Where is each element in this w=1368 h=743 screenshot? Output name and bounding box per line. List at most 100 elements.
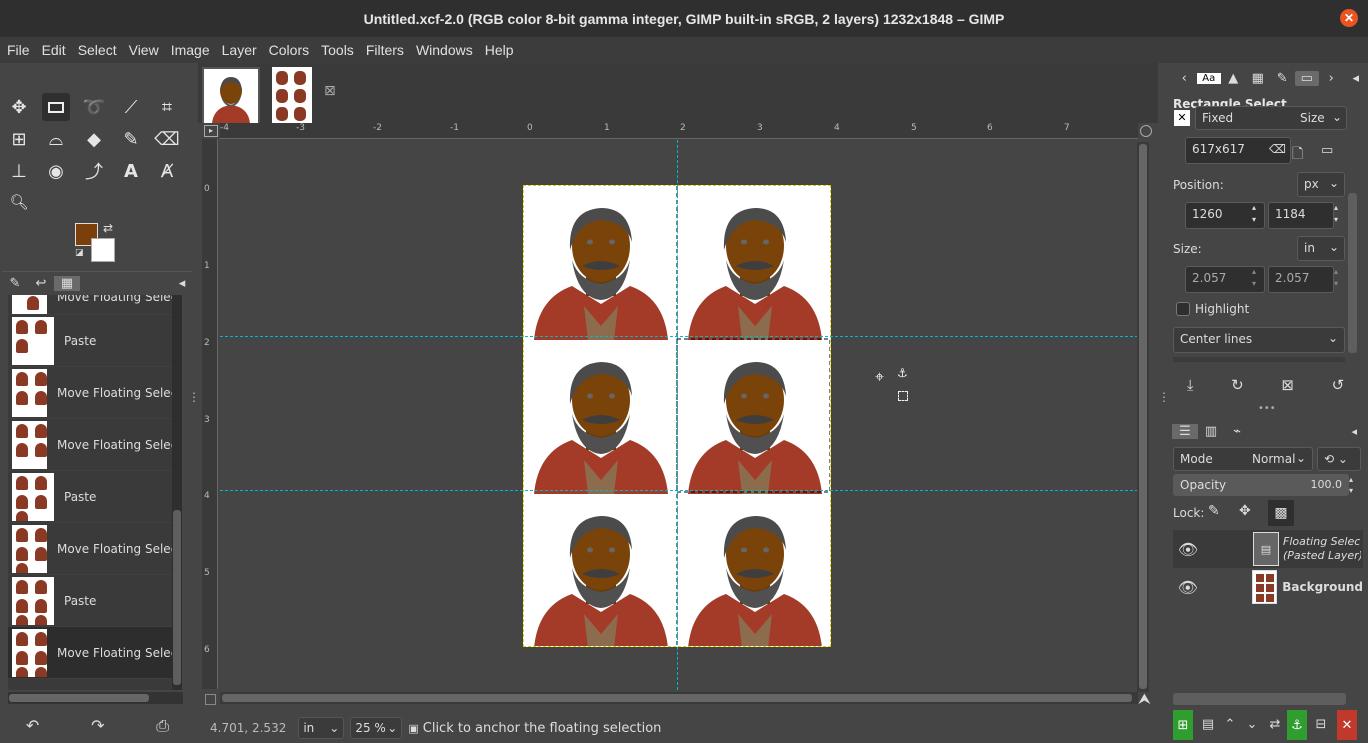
restore-preset-icon[interactable]: ↻	[1231, 376, 1244, 394]
spinner-icon[interactable]: ▴ ▾	[1349, 474, 1353, 496]
list-item[interactable]: Paste	[8, 315, 182, 367]
navigate-icon[interactable]: ⮝	[1138, 690, 1151, 708]
reset-colors-icon[interactable]: ◪	[75, 248, 84, 258]
menu-filters[interactable]: Filters	[366, 42, 404, 58]
quick-mask-toggle-icon[interactable]	[205, 694, 216, 705]
chevron-right-icon[interactable]: ›	[1319, 71, 1344, 86]
background-color-swatch[interactable]	[91, 238, 115, 262]
lock-position-icon[interactable]: ✥	[1239, 503, 1251, 519]
menu-layer[interactable]: Layer	[222, 42, 257, 58]
spinner-icon[interactable]: ▴ ▾	[1334, 266, 1338, 290]
anchor-layer-icon[interactable]: ⚓	[1287, 710, 1307, 740]
list-item[interactable]: Move Floating Select	[8, 295, 182, 315]
lock-pixels-icon[interactable]: ✎	[1208, 503, 1220, 519]
options-scrollbar[interactable]	[1348, 193, 1357, 353]
transform-tool-icon[interactable]: ⊞	[5, 125, 33, 153]
horizontal-scrollbar[interactable]	[220, 692, 1138, 704]
menu-select[interactable]: Select	[78, 42, 117, 58]
rect-select-tool-icon[interactable]	[42, 93, 70, 121]
tab-menu-icon[interactable]: ◂	[1351, 425, 1357, 438]
fixed-checkbox[interactable]: ✕	[1174, 110, 1190, 126]
duplicate-layer-icon[interactable]: ⇄	[1265, 710, 1285, 738]
close-image-tab-icon[interactable]: ⊠	[324, 83, 336, 99]
undo-icon[interactable]: ↶	[26, 716, 39, 735]
bucket-fill-tool-icon[interactable]: ◆	[80, 125, 108, 153]
tab-paint-icon[interactable]: ✎	[1270, 71, 1295, 86]
scrollbar-thumb[interactable]	[222, 694, 1132, 702]
list-item[interactable]: Paste	[8, 575, 182, 627]
pane-resize-handle[interactable]: •••	[1258, 403, 1276, 414]
guide-line[interactable]	[220, 490, 1138, 491]
clear-history-icon[interactable]: ⎙	[156, 716, 169, 736]
menu-colors[interactable]: Colors	[269, 42, 309, 58]
zoom-dropdown[interactable]: 25 % ⌄	[350, 717, 403, 739]
tab-channels-icon[interactable]: ▥	[1198, 424, 1224, 439]
fixed-value-input[interactable]: 617x617 ⌫	[1185, 137, 1291, 164]
history-scrollbar[interactable]	[172, 295, 182, 690]
measure-tool-icon[interactable]: Ⱥ	[153, 157, 181, 185]
clear-field-icon[interactable]: ⌫	[1269, 142, 1286, 156]
save-preset-icon[interactable]: ⤓	[1187, 376, 1194, 394]
position-unit-dropdown[interactable]: px ⌄	[1297, 172, 1345, 197]
smudge-tool-icon[interactable]: ◉	[42, 157, 70, 185]
layer-row-background[interactable]: 👁︎ Background	[1173, 568, 1363, 606]
menu-view[interactable]: View	[129, 42, 159, 58]
opacity-slider[interactable]: Opacity 100.0	[1173, 474, 1349, 496]
guides-dropdown[interactable]: Center lines ⌄	[1173, 327, 1345, 353]
tab-fonts-icon[interactable]: Aa	[1196, 72, 1221, 84]
redo-icon[interactable]: ↷	[91, 716, 104, 735]
scrollbar-thumb[interactable]	[9, 694, 149, 702]
list-item[interactable]: Move Floating Select	[8, 627, 182, 679]
layer-mode-dropdown[interactable]: Mode Normal ⌄	[1173, 447, 1313, 471]
list-item[interactable]: Paste	[8, 471, 182, 523]
warp-tool-icon[interactable]: ⌓	[42, 125, 70, 153]
tab-menu-icon[interactable]: ◂	[1344, 71, 1368, 86]
spinner-icon[interactable]: ▴ ▾	[1252, 202, 1256, 226]
text-tool-icon[interactable]: A	[117, 157, 145, 185]
clone-tool-icon[interactable]: ⊥	[5, 157, 33, 185]
default-aspect-icon[interactable]: 🗋︎	[1292, 143, 1303, 167]
guide-line[interactable]	[677, 140, 678, 690]
eye-visibility-icon[interactable]: 👁︎	[1173, 540, 1203, 559]
vertical-scrollbar[interactable]	[1137, 142, 1149, 692]
highlight-checkbox[interactable]	[1176, 302, 1190, 316]
horizontal-ruler[interactable]: -4 -3 -2 -1 0 1 2 3 4 5 6 7	[220, 123, 1138, 139]
tab-menu-icon[interactable]: ◂	[172, 276, 192, 291]
image-tab-grid[interactable]	[272, 67, 312, 125]
list-item[interactable]: Move Floating Select	[8, 523, 182, 575]
fixed-mode-dropdown[interactable]: Fixed Size ⌄	[1195, 106, 1347, 130]
merge-layer-icon[interactable]: ⊟	[1311, 710, 1331, 738]
paths-tool-icon[interactable]: ⤴	[80, 157, 108, 185]
paintbrush-tool-icon[interactable]: ✎	[117, 125, 145, 153]
quick-mask-menu-icon[interactable]: ▸	[204, 125, 218, 137]
list-item[interactable]: Move Floating Select	[8, 367, 182, 419]
guide-line[interactable]	[220, 336, 1138, 337]
canvas-area[interactable]: ⌖ ⚓	[220, 140, 1138, 690]
tab-images-icon[interactable]: ▦	[54, 276, 80, 291]
position-y-input[interactable]: 1184	[1268, 202, 1334, 229]
chevron-left-icon[interactable]: ‹	[1172, 71, 1197, 86]
new-layer-icon[interactable]: ▤	[1198, 710, 1218, 738]
tab-patterns-icon[interactable]: ▲	[1221, 71, 1246, 86]
tab-brushes-icon[interactable]: ▦	[1246, 71, 1271, 86]
layer-row-floating[interactable]: 👁︎ ▤ Floating Selecti (Pasted Layer)	[1173, 530, 1363, 568]
eye-visibility-icon[interactable]: 👁︎	[1173, 578, 1202, 597]
lower-layer-icon[interactable]: ⌄	[1242, 710, 1262, 738]
vertical-ruler[interactable]: 0 1 2 3 4 5 6	[202, 139, 218, 689]
size-unit-dropdown[interactable]: in ⌄	[1297, 236, 1345, 261]
size-height-input[interactable]: 2.057	[1268, 266, 1334, 293]
unit-dropdown[interactable]: in ⌄	[298, 717, 345, 739]
raise-layer-icon[interactable]: ⌃	[1220, 710, 1240, 738]
history-hscrollbar[interactable]	[8, 692, 183, 704]
image-tab-portrait[interactable]	[202, 67, 260, 125]
tab-undo-history-icon[interactable]: ↩	[28, 276, 54, 291]
tab-tool-options-icon[interactable]: ▭	[1294, 70, 1319, 86]
tab-tool-options-icon[interactable]: ✎	[2, 276, 28, 291]
zoom-fit-icon[interactable]	[1140, 125, 1152, 137]
layers-hscrollbar[interactable]	[1173, 693, 1346, 705]
tab-layers-icon[interactable]: ☰	[1172, 423, 1198, 439]
scrollbar-thumb[interactable]	[1139, 144, 1147, 689]
menu-image[interactable]: Image	[171, 42, 210, 58]
menu-help[interactable]: Help	[485, 42, 514, 58]
eraser-tool-icon[interactable]: ⌫	[153, 125, 181, 153]
